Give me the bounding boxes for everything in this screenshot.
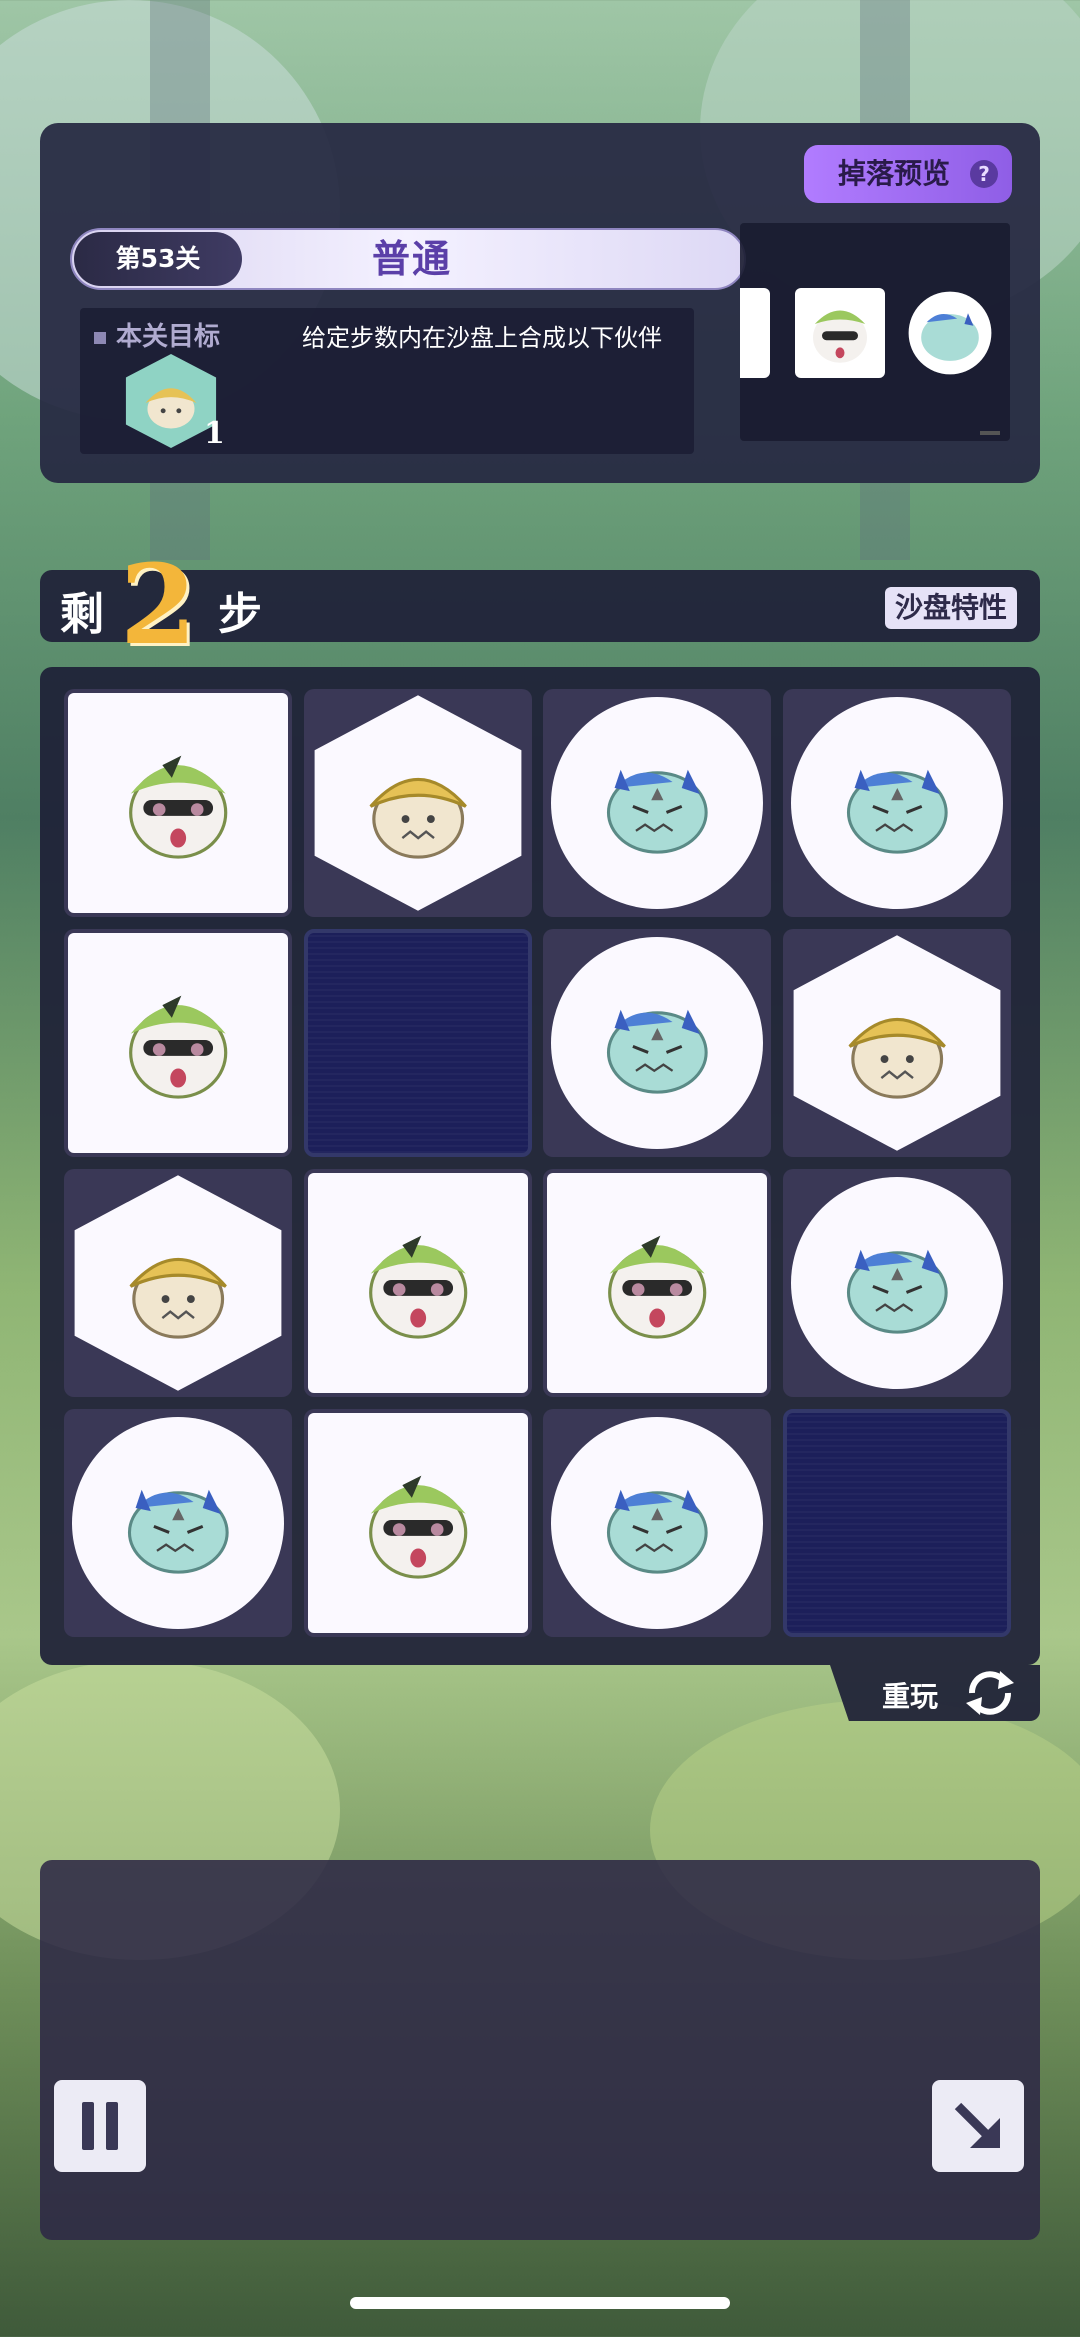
replay-button[interactable]: 重玩 (830, 1665, 1040, 1721)
replay-label: 重玩 (882, 1680, 939, 1713)
dragon-icon (791, 1177, 1003, 1389)
board-cell[interactable] (64, 929, 292, 1157)
frog-icon (68, 933, 288, 1153)
help-icon[interactable]: ? (970, 160, 998, 188)
frog-icon (308, 1173, 528, 1393)
preview-item-frog-icon (795, 288, 885, 378)
level-info-panel: 掉落预览 ? 第53关 普通 本关目标 给定步数内在沙盘上合成以下伙伴 1 (40, 123, 1040, 483)
board-cell[interactable] (64, 689, 292, 917)
preview-item-frog (740, 288, 770, 378)
board-cell[interactable] (543, 1169, 771, 1397)
dragon-icon (551, 1417, 763, 1629)
level-bar: 第53关 普通 (70, 228, 746, 290)
board-cell[interactable] (543, 689, 771, 917)
dragon-icon (551, 697, 763, 909)
sand-feature-button[interactable]: 沙盘特性 (885, 587, 1017, 629)
board-cell[interactable] (304, 1409, 532, 1637)
board-cell[interactable] (64, 1169, 292, 1397)
goal-description: 给定步数内在沙盘上合成以下伙伴 (302, 324, 662, 352)
board-cell[interactable] (304, 689, 532, 917)
steps-suffix: 步 (218, 589, 262, 640)
game-board (40, 667, 1040, 1665)
exit-button[interactable] (932, 2080, 1024, 2172)
frog-icon (547, 1173, 767, 1393)
steps-prefix: 剩 (60, 589, 104, 640)
board-cell[interactable] (304, 1169, 532, 1397)
drop-preview-label: 掉落预览 (838, 157, 951, 190)
frog-icon (68, 693, 288, 913)
board-cell[interactable] (783, 1169, 1011, 1397)
goal-title: 本关目标 (94, 316, 220, 353)
refresh-icon (966, 1671, 1014, 1715)
board-cell[interactable] (783, 1409, 1011, 1637)
frog-icon (308, 1413, 528, 1633)
drop-preview-button[interactable]: 掉落预览 ? (804, 145, 1012, 203)
pause-button[interactable] (54, 2080, 146, 2172)
steps-bar: 剩 2 步 沙盘特性 (40, 540, 1040, 669)
board-cell[interactable] (783, 929, 1011, 1157)
goal-count: 1 (204, 416, 225, 451)
bottom-panel (40, 1860, 1040, 2240)
hat-icon (314, 695, 522, 911)
board-cell[interactable] (64, 1409, 292, 1637)
hat-icon (793, 935, 1001, 1151)
steps-remaining: 2 (120, 540, 197, 669)
dragon-icon (791, 697, 1003, 909)
dragon-icon (551, 937, 763, 1149)
level-badge: 第53关 (74, 232, 242, 286)
home-indicator[interactable] (350, 2297, 730, 2309)
board-cell[interactable] (304, 929, 532, 1157)
board-cell[interactable] (783, 689, 1011, 917)
preview-scrollbar[interactable] (980, 431, 1000, 435)
board-cell[interactable] (543, 1409, 771, 1637)
drop-preview-list[interactable] (740, 223, 1010, 441)
dragon-icon (72, 1417, 284, 1629)
board-cell[interactable] (543, 929, 771, 1157)
preview-item-dragon-icon (905, 288, 995, 378)
hat-icon (74, 1175, 282, 1391)
arrow-down-right-icon (954, 2102, 1000, 2148)
level-mode: 普通 (372, 237, 453, 281)
goal-box: 本关目标 给定步数内在沙盘上合成以下伙伴 1 (80, 308, 694, 454)
